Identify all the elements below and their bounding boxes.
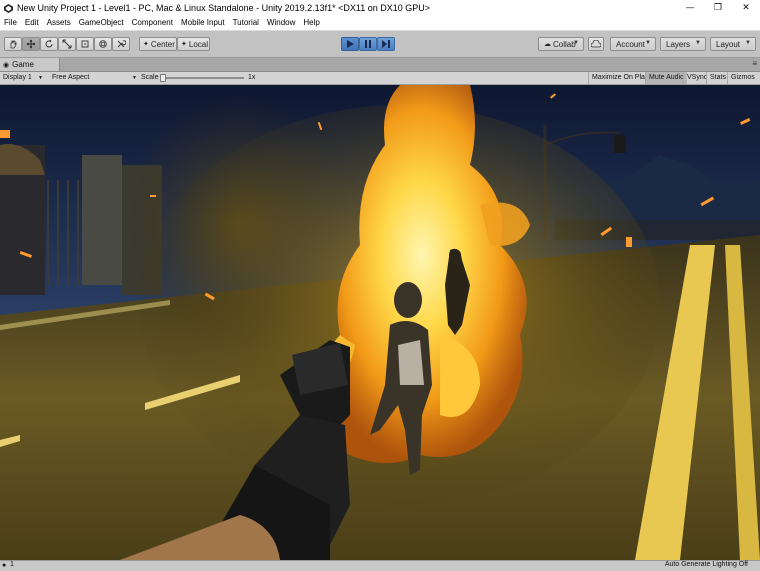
lighting-status[interactable]: Auto Generate Lighting Off	[665, 561, 748, 568]
pivot-center-label: Center	[150, 39, 175, 49]
tab-game[interactable]: ◉ Game	[0, 58, 60, 71]
close-button[interactable]: ✕	[732, 0, 760, 16]
move-tool-button[interactable]	[22, 37, 40, 51]
transform-tool-button[interactable]	[94, 37, 112, 51]
scale-value: 1x	[248, 74, 256, 81]
game-scene-render	[0, 85, 760, 560]
cloud-icon	[591, 40, 601, 48]
account-label: Account	[616, 39, 645, 49]
maximize-button[interactable]: ❐	[704, 0, 732, 16]
game-viewport[interactable]	[0, 85, 760, 560]
combined-transform-icon	[99, 40, 107, 48]
game-controller-icon: ◉	[3, 61, 10, 69]
hand-icon	[10, 40, 17, 49]
scale-slider-handle[interactable]	[160, 74, 166, 82]
rotate-icon	[45, 39, 53, 48]
wrench-icon	[117, 40, 126, 48]
window-title: New Unity Project 1 - Level1 - PC, Mac &…	[17, 3, 431, 13]
info-icon: ●	[2, 562, 7, 569]
step-icon	[382, 40, 390, 48]
cloud-services-button[interactable]	[588, 37, 604, 51]
cloud-check-icon: ☁	[544, 41, 551, 48]
rotate-tool-button[interactable]	[40, 37, 58, 51]
hand-tool-button[interactable]	[4, 37, 22, 51]
scale-tool-button[interactable]	[58, 37, 76, 51]
collab-dropdown[interactable]: ☁ Collab ▼	[538, 37, 584, 51]
minimize-button[interactable]: —	[676, 0, 704, 16]
move-arrows-icon	[26, 39, 36, 49]
chevron-down-icon: ▼	[745, 40, 751, 46]
title-bar: New Unity Project 1 - Level1 - PC, Mac &…	[0, 0, 760, 16]
maximize-on-play-toggle[interactable]: Maximize On Play	[588, 72, 651, 84]
account-dropdown[interactable]: Account ▼	[610, 37, 656, 51]
play-button[interactable]	[341, 37, 359, 51]
menu-assets[interactable]: Assets	[43, 16, 75, 30]
step-button[interactable]	[377, 37, 395, 51]
menu-gameobject[interactable]: GameObject	[75, 16, 128, 30]
menu-mobile-input[interactable]: Mobile Input	[177, 16, 229, 30]
rect-tool-button[interactable]	[76, 37, 94, 51]
status-bar: ● 1 Auto Generate Lighting Off	[0, 560, 760, 571]
chevron-down-icon: ▼	[38, 75, 43, 81]
play-icon	[347, 40, 354, 48]
chevron-down-icon: ▼	[645, 40, 651, 46]
menu-help[interactable]: Help	[299, 16, 323, 30]
local-axes-icon: ✦	[181, 41, 187, 48]
menu-bar: File Edit Assets GameObject Component Mo…	[0, 16, 760, 31]
chevron-down-icon: ▼	[695, 40, 701, 46]
pivot-space-label: Local	[188, 39, 208, 49]
menu-component[interactable]: Component	[128, 16, 177, 30]
menu-edit[interactable]: Edit	[21, 16, 43, 30]
rect-transform-icon	[81, 40, 89, 48]
pivot-center-toggle[interactable]: ✦ Center	[139, 37, 177, 51]
gizmos-dropdown[interactable]: Gizmos	[727, 72, 758, 84]
display-dropdown[interactable]: Display 1	[3, 72, 32, 84]
aspect-dropdown[interactable]: Free Aspect	[52, 72, 89, 84]
custom-tool-button[interactable]	[112, 37, 130, 51]
scale-slider-track[interactable]	[160, 77, 244, 79]
mute-audio-toggle[interactable]: Mute Audio	[645, 72, 688, 84]
panel-menu-icon[interactable]: ≡	[752, 59, 757, 68]
pause-button[interactable]	[359, 37, 377, 51]
panel-tab-row: ◉ Game ≡	[0, 58, 760, 72]
menu-file[interactable]: File	[0, 16, 21, 30]
menu-tutorial[interactable]: Tutorial	[229, 16, 263, 30]
pivot-center-icon: ✦	[143, 41, 149, 48]
layout-dropdown[interactable]: Layout ▼	[710, 37, 756, 51]
console-message-count: 1	[10, 561, 14, 568]
scale-label: Scale	[141, 74, 159, 81]
main-toolbar: ✦ Center ✦ Local ☁ Collab ▼ Account ▼ La…	[0, 31, 760, 58]
menu-window[interactable]: Window	[263, 16, 299, 30]
chevron-down-icon: ▼	[573, 40, 579, 46]
layers-label: Layers	[666, 39, 691, 49]
game-view-controls: Display 1 ▼ Free Aspect ▼ Scale 1x Maxim…	[0, 72, 760, 85]
scale-icon	[62, 39, 72, 49]
pause-icon	[365, 40, 371, 48]
unity-logo-icon	[3, 3, 13, 13]
stats-toggle[interactable]: Stats	[706, 72, 729, 84]
layers-dropdown[interactable]: Layers ▼	[660, 37, 706, 51]
chevron-down-icon: ▼	[132, 75, 137, 81]
pivot-space-toggle[interactable]: ✦ Local	[177, 37, 210, 51]
layout-label: Layout	[716, 39, 741, 49]
tab-game-label: Game	[12, 60, 34, 69]
